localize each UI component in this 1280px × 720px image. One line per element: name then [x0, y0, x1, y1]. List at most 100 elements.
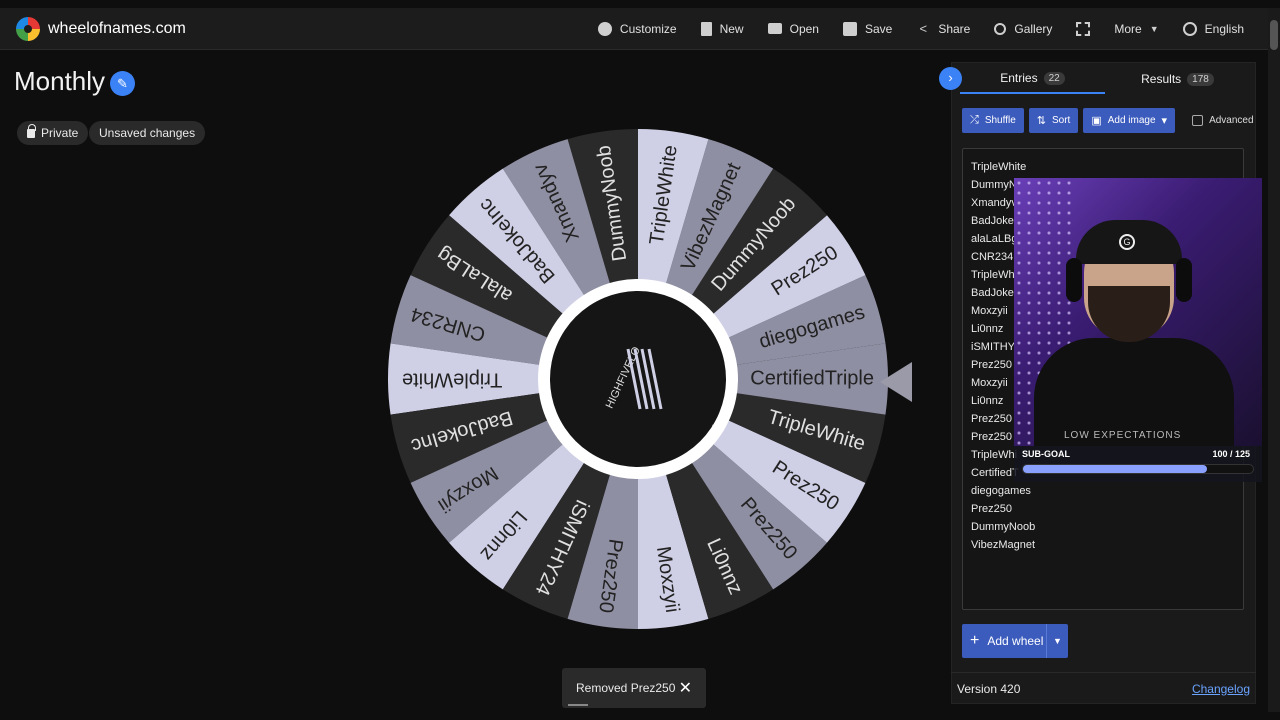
palette-icon: [597, 21, 612, 36]
privacy-label: Private: [41, 126, 79, 140]
customize-button[interactable]: Customize: [586, 8, 689, 50]
new-button[interactable]: New: [689, 8, 756, 50]
wheel-segment[interactable]: [502, 379, 638, 619]
unsaved-label: Unsaved changes: [99, 126, 196, 140]
wheel-segment[interactable]: [502, 139, 638, 379]
gallery-button[interactable]: Gallery: [982, 8, 1064, 50]
sub-goal-label: SUB-GOAL: [1022, 449, 1070, 459]
changelog-link[interactable]: Changelog: [1192, 682, 1250, 696]
wheel-segment[interactable]: [638, 379, 774, 619]
wheel[interactable]: diegogamesPrez250DummyNoobVibezMagnetTri…: [388, 129, 888, 629]
add-wheel-button[interactable]: + Add wheel ▼: [962, 624, 1068, 658]
tab-entries[interactable]: Entries 22: [960, 64, 1105, 94]
wheel-segment[interactable]: [638, 343, 888, 415]
language-button[interactable]: English: [1171, 8, 1256, 50]
scrollbar-thumb[interactable]: [1270, 20, 1278, 50]
shuffle-icon: ⤮: [970, 114, 979, 126]
wheel-segment-label: diegogames: [757, 301, 868, 353]
wheel-pointer: [880, 362, 912, 402]
share-label: Share: [938, 21, 971, 36]
wheel-segment-label: BadJokeInc: [409, 406, 515, 457]
entry-line[interactable]: TripleWhite: [971, 159, 1243, 177]
wheel-segment-label: CNR234: [408, 303, 488, 346]
wheel-segment[interactable]: [638, 129, 709, 379]
wheel-segment[interactable]: [449, 168, 638, 379]
wheel-segment-label: TripleWhite: [765, 406, 868, 455]
open-button[interactable]: Open: [756, 8, 831, 50]
advanced-toggle[interactable]: Advanced: [1192, 115, 1254, 126]
headphones-left: [1066, 258, 1082, 302]
more-button[interactable]: More ▼: [1102, 8, 1170, 50]
results-count-badge: 178: [1187, 72, 1214, 86]
sub-goal-widget: SUB-GOAL 100 / 125: [1014, 446, 1262, 482]
wheel-segment[interactable]: [410, 215, 638, 379]
wheel-segment[interactable]: [638, 379, 827, 590]
site-logo[interactable]: wheelofnames.com: [16, 16, 186, 41]
shuffle-button[interactable]: ⤮ Shuffle: [962, 108, 1024, 133]
wheel-segment-label: Li0nnz: [476, 506, 531, 565]
fullscreen-button[interactable]: [1064, 8, 1102, 50]
sub-goal-fill: [1023, 465, 1207, 473]
wheel-title: Monthly: [14, 66, 106, 96]
wheel-segment-label: BadJokeInc: [475, 194, 560, 287]
panel-footer: Version 420 Changelog: [951, 672, 1256, 704]
center-logo-text: HIGHFIVELO: [604, 345, 643, 411]
wheel-segment-label: Prez250: [768, 242, 843, 301]
wheel-segment[interactable]: [567, 129, 638, 379]
entry-line[interactable]: DummyNoob: [971, 519, 1243, 537]
wheel-segment[interactable]: [638, 379, 886, 483]
sub-goal-track: [1022, 464, 1254, 474]
wheel-segment[interactable]: [638, 215, 866, 379]
wheel-segment[interactable]: [638, 379, 709, 629]
center-logo-stroke: [647, 348, 663, 410]
wheel-segment[interactable]: [638, 139, 774, 379]
gallery-label: Gallery: [1014, 21, 1053, 36]
wheel-segment[interactable]: [388, 343, 638, 415]
wheel-segment[interactable]: [638, 275, 886, 379]
wheel-segment-label: Prez250: [736, 493, 801, 564]
new-file-icon: [700, 21, 712, 36]
wheel-segment[interactable]: [449, 379, 638, 590]
wheel-segment-label: alaLaLBg: [433, 243, 516, 307]
add-wheel-dropdown[interactable]: ▼: [1046, 624, 1068, 658]
wheel-segment[interactable]: [567, 379, 638, 629]
save-button[interactable]: Save: [831, 8, 904, 50]
fullscreen-icon: [1076, 21, 1091, 36]
tab-results-label: Results: [1141, 72, 1182, 86]
wheel-segment[interactable]: [390, 275, 638, 379]
wheel-logo-icon: [16, 16, 40, 41]
entry-line[interactable]: diegogames: [971, 483, 1243, 501]
add-image-label: Add image: [1107, 115, 1156, 126]
wheel-segment[interactable]: [390, 379, 638, 483]
advanced-checkbox[interactable]: [1192, 115, 1204, 126]
collapse-panel-button[interactable]: ›: [939, 67, 962, 90]
wheel-segment[interactable]: [410, 379, 638, 543]
headphones-right: [1176, 258, 1192, 302]
top-navbar: wheelofnames.com Customize New Open Save…: [0, 8, 1268, 50]
sort-icon: ⇅: [1036, 115, 1046, 127]
share-button[interactable]: < Share: [904, 8, 982, 50]
entries-count-badge: 22: [1043, 71, 1065, 85]
unsaved-changes-chip: Unsaved changes: [89, 121, 206, 145]
wheel-segment[interactable]: [638, 379, 866, 543]
wheel-segment-label: Prez250: [768, 456, 843, 515]
panel-tabs: Entries 22 Results 178: [960, 64, 1250, 94]
advanced-label: Advanced: [1209, 115, 1254, 126]
privacy-chip[interactable]: Private: [17, 121, 89, 145]
save-label: Save: [864, 21, 893, 36]
wheel-segment-label: TripleWhite: [402, 369, 502, 391]
wheel-center-hub[interactable]: [538, 279, 738, 479]
shuffle-label: Shuffle: [984, 115, 1016, 126]
wheel-segment-label: VibezMagnet: [677, 159, 746, 274]
wheel-segment[interactable]: [638, 168, 827, 379]
sort-button[interactable]: ⇅ Sort: [1028, 108, 1079, 133]
add-image-button[interactable]: ▣ Add image ▾: [1083, 108, 1176, 133]
entry-line[interactable]: VibezMagnet: [971, 537, 1243, 555]
entry-line[interactable]: Prez250: [971, 501, 1243, 519]
tab-results[interactable]: Results 178: [1105, 64, 1250, 94]
webcam-overlay: G LOW EXPECTATIONS: [1014, 178, 1262, 446]
edit-title-button[interactable]: ✎: [110, 71, 135, 96]
wheel-segment-label: Moxzyii: [652, 545, 683, 614]
page-scrollbar[interactable]: [1268, 8, 1280, 712]
close-icon[interactable]: ✕: [679, 678, 692, 698]
